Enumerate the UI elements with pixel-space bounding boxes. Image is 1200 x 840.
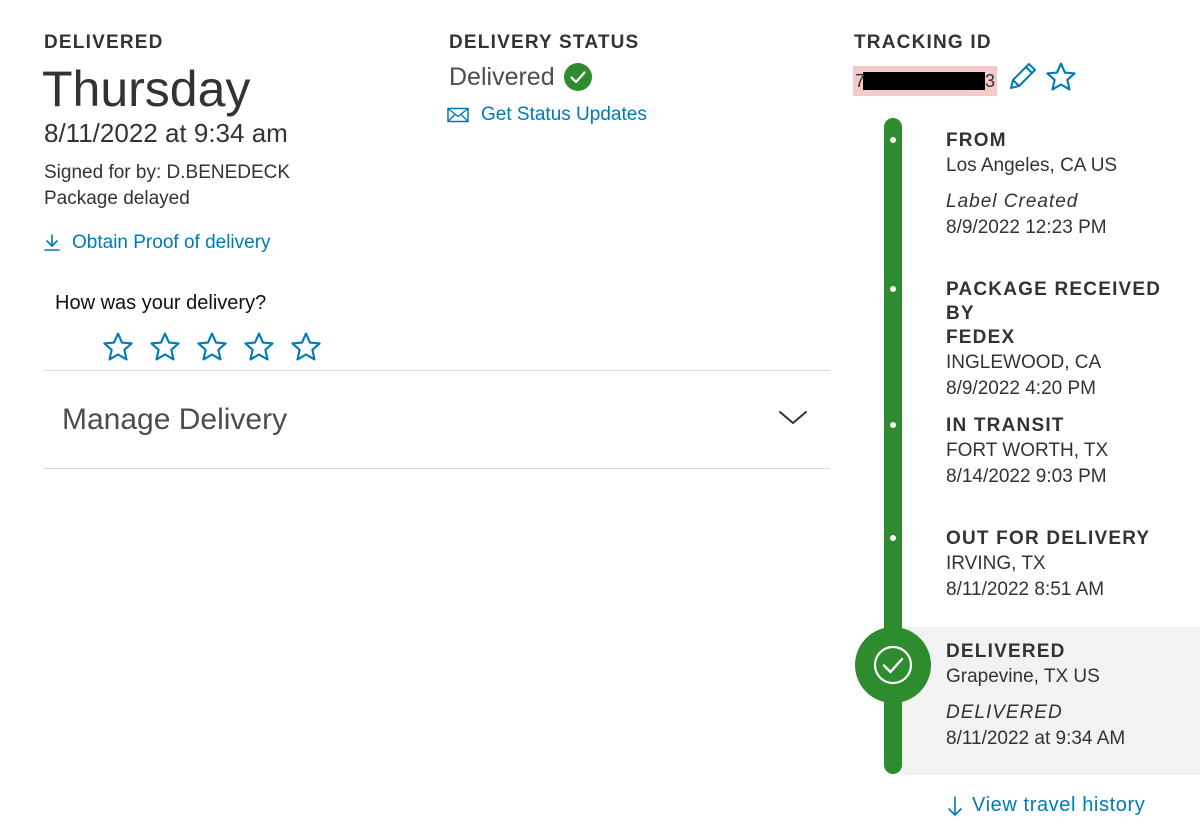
timeline-dot [890,422,896,428]
rating-star-2-icon[interactable] [147,330,183,364]
rating-star-4-icon[interactable] [241,330,277,364]
timeline-event-from: FROM Los Angeles, CA US Label Created 8/… [946,129,1196,241]
rating-question: How was your delivery? [55,292,267,314]
redaction-bar [863,72,985,90]
timeline-event-out-for-delivery: OUT FOR DELIVERY IRVING, TX 8/11/2022 8:… [946,527,1196,603]
event-location: FORT WORTH, TX [946,440,1109,461]
event-location: Los Angeles, CA US [946,155,1118,176]
get-status-updates-link[interactable]: Get Status Updates [447,104,647,126]
proof-of-delivery-link[interactable]: Obtain Proof of delivery [42,232,271,254]
event-datetime: 8/9/2022 12:23 PM [946,217,1107,238]
tracking-number: 7 3 [853,66,997,96]
event-datetime: 8/9/2022 4:20 PM [946,378,1096,399]
check-circle-outline-icon [873,645,913,685]
download-icon [44,234,60,251]
timeline-event-received: PACKAGE RECEIVED BY FEDEX INGLEWOOD, CA … [946,278,1196,402]
signed-for-text: Signed for by: D.BENEDECK [44,162,291,183]
view-travel-history-link[interactable]: View travel history [946,794,1145,817]
rating-star-3-icon[interactable] [194,330,230,364]
timeline-event-in-transit: IN TRANSIT FORT WORTH, TX 8/14/2022 9:03… [946,414,1196,490]
rating-star-5-icon[interactable] [288,330,324,364]
event-title: FROM [946,130,1007,151]
event-datetime: 8/11/2022 at 9:34 AM [946,728,1126,749]
event-location: Grapevine, TX US [946,666,1100,687]
view-travel-history-label: View travel history [972,794,1146,816]
event-datetime: 8/11/2022 8:51 AM [946,579,1105,600]
tracking-number-start: 7 [855,70,866,91]
event-title: OUT FOR DELIVERY [946,528,1151,549]
event-location: INGLEWOOD, CA [946,352,1102,373]
timeline-delivered-marker [855,627,931,703]
timeline-dot [890,286,896,292]
tracking-id-label: TRACKING ID [854,32,992,53]
timeline-dot [890,137,896,143]
delivery-status-value: Delivered [449,62,593,92]
get-status-updates-label: Get Status Updates [481,104,647,125]
event-datetime: 8/14/2022 9:03 PM [946,466,1107,487]
pencil-icon[interactable] [1005,60,1039,94]
package-note: Package delayed [44,188,190,209]
event-location: IRVING, TX [946,553,1046,574]
chevron-down-icon[interactable] [778,409,808,427]
delivery-status-text: Delivered [449,62,555,91]
arrow-down-icon [948,795,962,816]
envelope-icon [447,107,469,123]
event-status: Label Created [946,191,1079,212]
rating-stars [100,330,324,364]
manage-delivery-accordion[interactable]: Manage Delivery [44,371,830,469]
rating-star-1-icon[interactable] [100,330,136,364]
manage-delivery-label: Manage Delivery [62,403,288,436]
check-circle-icon [563,63,592,91]
tracking-number-end: 3 [984,71,995,91]
delivered-day: Thursday [42,61,251,117]
divider [44,468,830,469]
proof-of-delivery-label: Obtain Proof of delivery [72,232,271,253]
event-title: IN TRANSIT [946,415,1065,436]
event-title-line2: FEDEX [946,327,1016,348]
tracking-id-value: 7 3 [853,65,997,97]
delivered-label: DELIVERED [44,32,164,53]
timeline-event-delivered: DELIVERED Grapevine, TX US DELIVERED 8/1… [946,640,1196,752]
event-title: PACKAGE RECEIVED BY [946,279,1162,324]
event-status: DELIVERED [946,702,1063,723]
delivered-datetime: 8/11/2022 at 9:34 am [44,118,288,148]
delivery-status-label: DELIVERY STATUS [449,32,640,53]
star-outline-icon[interactable] [1044,60,1078,94]
timeline-dot [890,535,896,541]
event-title: DELIVERED [946,641,1066,662]
